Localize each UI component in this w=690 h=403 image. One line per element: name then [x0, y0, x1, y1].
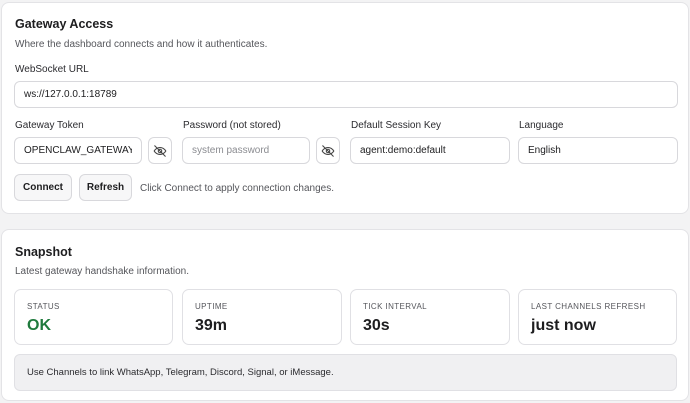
channels-note: Use Channels to link WhatsApp, Telegram,…: [14, 354, 677, 391]
stat-last-channels-refresh: LAST CHANNELS REFRESH just now: [518, 289, 677, 345]
tick-interval-value: 30s: [363, 317, 390, 334]
uptime-value: 39m: [195, 317, 228, 334]
password-visibility-toggle[interactable]: [316, 137, 340, 164]
session-key-label: Default Session Key: [351, 120, 442, 131]
gateway-token-label: Gateway Token: [15, 120, 84, 131]
password-label: Password (not stored): [183, 120, 281, 131]
gateway-access-card: Gateway Access Where the dashboard conne…: [1, 2, 689, 214]
stat-tick-interval: TICK INTERVAL 30s: [350, 289, 510, 345]
stat-label: LAST CHANNELS REFRESH: [531, 302, 646, 311]
language-label: Language: [519, 120, 564, 131]
stat-label: TICK INTERVAL: [363, 302, 428, 311]
stat-uptime: UPTIME 39m: [182, 289, 342, 345]
gateway-token-visibility-toggle[interactable]: [148, 137, 172, 164]
stat-status: STATUS OK: [14, 289, 173, 345]
eye-off-icon: [321, 144, 335, 157]
session-key-input[interactable]: [350, 137, 510, 164]
eye-off-icon: [153, 144, 167, 157]
snapshot-card: Snapshot Latest gateway handshake inform…: [1, 229, 689, 401]
gateway-access-subtitle: Where the dashboard connects and how it …: [15, 39, 268, 50]
snapshot-subtitle: Latest gateway handshake information.: [15, 266, 189, 277]
websocket-url-label: WebSocket URL: [15, 64, 89, 75]
connect-button[interactable]: Connect: [14, 174, 72, 201]
password-input[interactable]: [182, 137, 310, 164]
language-select[interactable]: English: [518, 137, 678, 164]
status-value: OK: [27, 317, 51, 334]
websocket-url-input[interactable]: [14, 81, 678, 108]
snapshot-title: Snapshot: [15, 245, 72, 259]
last-refresh-value: just now: [531, 317, 596, 334]
stat-label: STATUS: [27, 302, 60, 311]
gateway-access-title: Gateway Access: [15, 17, 114, 31]
connect-hint: Click Connect to apply connection change…: [140, 183, 335, 194]
gateway-token-input[interactable]: [14, 137, 142, 164]
stat-label: UPTIME: [195, 302, 228, 311]
refresh-button[interactable]: Refresh: [79, 174, 132, 201]
